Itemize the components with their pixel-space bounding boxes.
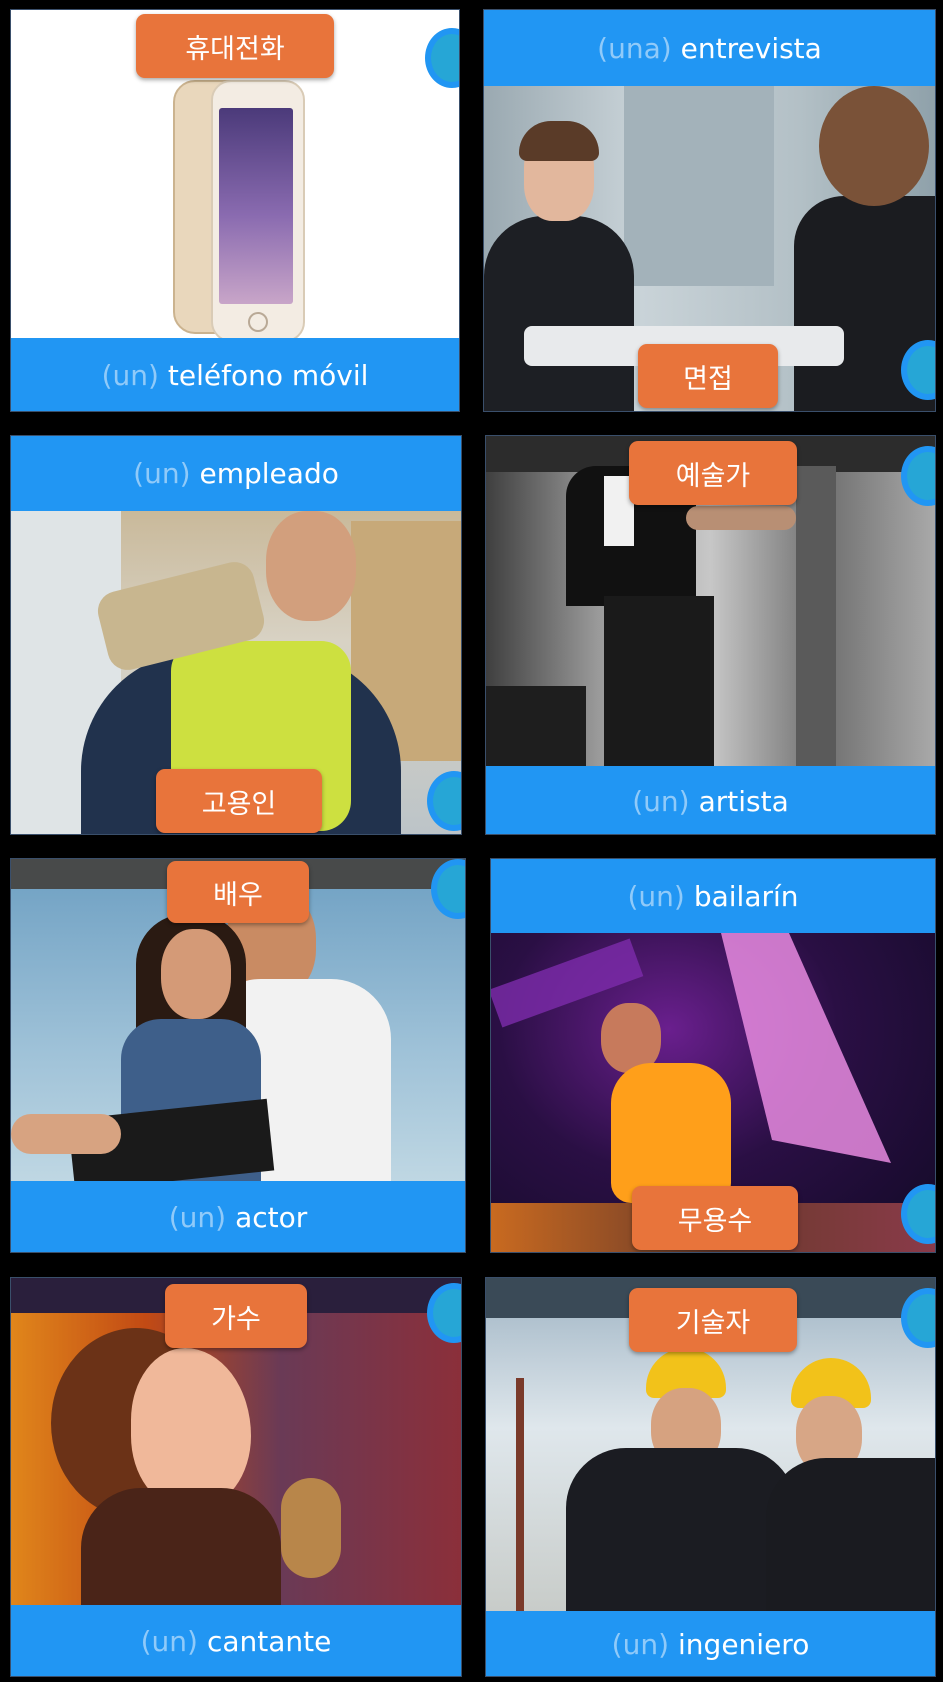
- article-label: (un): [168, 1201, 227, 1234]
- word-bar: (un) empleado: [11, 436, 461, 511]
- flashcard-bailarin[interactable]: (un) bailarín 무용수: [490, 858, 936, 1253]
- word-bar: (un) bailarín: [491, 859, 935, 933]
- flashcard-entrevista[interactable]: (una) entrevista 면접: [483, 9, 936, 412]
- flashcard-empleado[interactable]: (un) empleado 고용인: [10, 435, 462, 835]
- article-label: (un): [611, 1628, 670, 1661]
- word-bar: (un) ingeniero: [486, 1611, 935, 1676]
- word-bar: (un) cantante: [11, 1605, 461, 1676]
- spanish-word: actor: [235, 1201, 308, 1234]
- korean-translation-badge: 가수: [165, 1284, 307, 1348]
- spanish-word: cantante: [206, 1625, 332, 1658]
- korean-translation-badge: 예술가: [629, 441, 797, 505]
- spanish-word: bailarín: [693, 879, 799, 913]
- flashcard-artista[interactable]: (un) artista 예술가: [485, 435, 936, 835]
- article-label: (una): [597, 31, 672, 65]
- spanish-word: ingeniero: [678, 1628, 810, 1661]
- word-bar: (un) actor: [11, 1181, 465, 1252]
- word-bar: (un) artista: [486, 766, 935, 834]
- korean-translation-badge: 무용수: [632, 1186, 798, 1250]
- word-bar: (un) teléfono móvil: [11, 338, 459, 411]
- korean-translation-badge: 면접: [638, 344, 778, 408]
- spanish-word: teléfono móvil: [167, 359, 369, 392]
- article-label: (un): [101, 359, 159, 392]
- flashcard-telefono-movil[interactable]: (un) teléfono móvil 휴대전화: [10, 9, 460, 412]
- korean-translation-badge: 휴대전화: [136, 14, 334, 78]
- flashcard-actor[interactable]: (un) actor 배우: [10, 858, 466, 1253]
- article-label: (un): [632, 784, 690, 818]
- spanish-word: artista: [698, 784, 789, 818]
- flashcard-cantante[interactable]: (un) cantante 가수: [10, 1277, 462, 1677]
- spanish-word: entrevista: [680, 31, 822, 65]
- korean-translation-badge: 배우: [167, 861, 309, 923]
- spanish-word: empleado: [199, 457, 339, 490]
- word-bar: (una) entrevista: [484, 10, 935, 86]
- article-label: (un): [627, 879, 685, 913]
- article-label: (un): [133, 457, 191, 490]
- korean-translation-badge: 고용인: [156, 769, 322, 833]
- flashcard-ingeniero[interactable]: (un) ingeniero 기술자: [485, 1277, 936, 1677]
- article-label: (un): [140, 1625, 198, 1658]
- korean-translation-badge: 기술자: [629, 1288, 797, 1352]
